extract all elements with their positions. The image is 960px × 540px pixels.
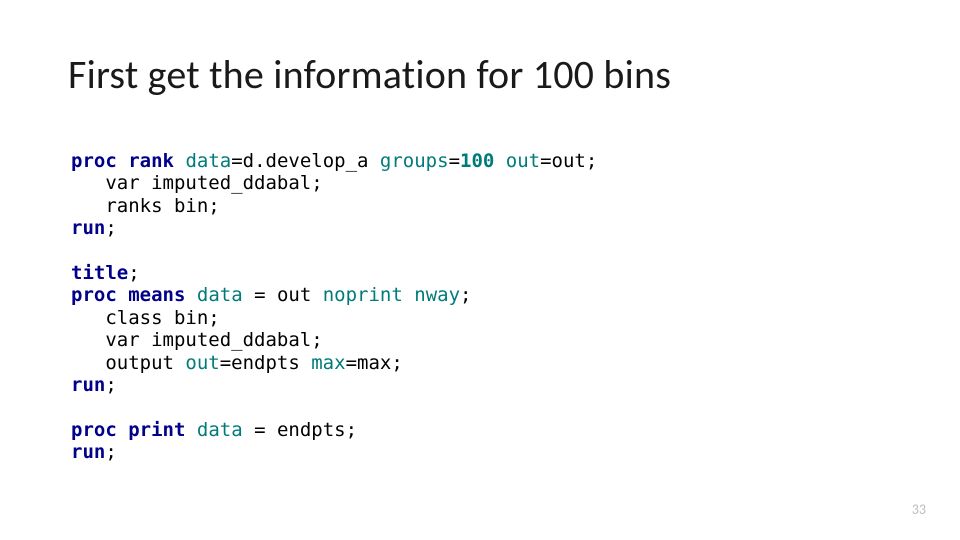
txt: output xyxy=(71,352,185,374)
opt-groups: groups xyxy=(380,150,449,172)
code-line-1: proc rank data=d.develop_a groups=100 ou… xyxy=(71,150,597,172)
eq: = xyxy=(449,150,460,172)
code-line-7: proc means data = out noprint nway; xyxy=(71,284,471,306)
slide-title: First get the information for 100 bins xyxy=(68,50,671,99)
val: = endpts; xyxy=(243,419,357,441)
val: =endpts xyxy=(220,352,312,374)
kw-title: title xyxy=(71,262,128,284)
val: =d.develop_a xyxy=(231,150,380,172)
semi: ; xyxy=(460,284,471,306)
val: =out; xyxy=(540,150,597,172)
slide: First get the information for 100 bins p… xyxy=(0,0,960,540)
code-line-4: run; xyxy=(71,217,117,239)
code-line-13: proc print data = endpts; xyxy=(71,419,357,441)
opt-data: data xyxy=(185,150,231,172)
opt-out: out xyxy=(494,150,540,172)
kw-rank: rank xyxy=(128,150,174,172)
val: = out xyxy=(243,284,323,306)
opt-nway: nway xyxy=(414,284,460,306)
code-line-8: class bin; xyxy=(71,307,220,329)
val: =max; xyxy=(346,352,403,374)
opt-data: data xyxy=(197,284,243,306)
code-line-9: var imputed_ddabal; xyxy=(71,329,323,351)
kw-print: print xyxy=(128,419,185,441)
opt-out: out xyxy=(185,352,219,374)
code-block: proc rank data=d.develop_a groups=100 ou… xyxy=(71,150,597,464)
kw-proc: proc xyxy=(71,150,117,172)
semi: ; xyxy=(105,374,116,396)
code-line-6: title; xyxy=(71,262,140,284)
kw-run: run xyxy=(71,441,105,463)
opt-data: data xyxy=(197,419,243,441)
num-100: 100 xyxy=(460,150,494,172)
kw-means: means xyxy=(128,284,185,306)
semi: ; xyxy=(105,441,116,463)
semi: ; xyxy=(128,262,139,284)
opt-max: max xyxy=(311,352,345,374)
code-line-11: run; xyxy=(71,374,117,396)
opt-noprint: noprint xyxy=(323,284,403,306)
code-line-3: ranks bin; xyxy=(71,195,220,217)
page-number: 33 xyxy=(912,501,926,518)
code-line-14: run; xyxy=(71,441,117,463)
semi: ; xyxy=(105,217,116,239)
code-line-10: output out=endpts max=max; xyxy=(71,352,403,374)
kw-run: run xyxy=(71,217,105,239)
kw-proc: proc xyxy=(71,419,117,441)
code-line-2: var imputed_ddabal; xyxy=(71,172,323,194)
kw-run: run xyxy=(71,374,105,396)
kw-proc: proc xyxy=(71,284,117,306)
